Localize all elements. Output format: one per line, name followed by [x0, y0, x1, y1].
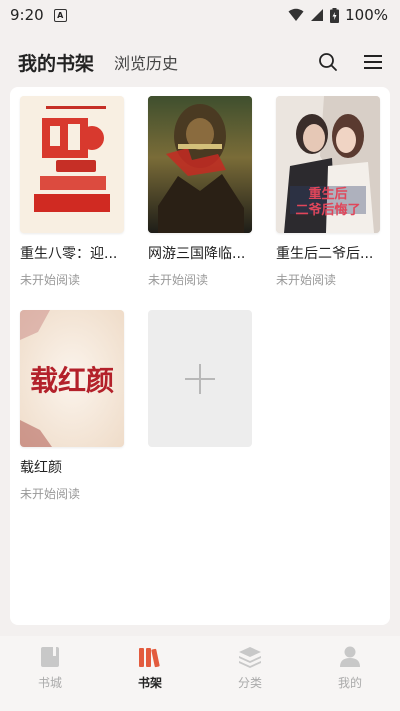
- layers-icon: [239, 647, 261, 668]
- svg-text:重生后: 重生后: [308, 186, 347, 202]
- cover-art: [148, 96, 252, 233]
- book-status: 未开始阅读: [20, 487, 81, 501]
- book-cover[interactable]: [20, 96, 124, 233]
- svg-text:二爷后悔了: 二爷后悔了: [295, 202, 360, 218]
- status-left: 9:20 A: [10, 6, 67, 24]
- book-title: 重生后二爷后...: [276, 246, 374, 262]
- plus-icon: [185, 363, 215, 394]
- wifi-icon: [288, 8, 304, 21]
- nav-item-profile[interactable]: 我的: [320, 646, 380, 691]
- menu-icon[interactable]: [364, 54, 382, 70]
- book-icon: [41, 647, 59, 667]
- book-cover[interactable]: 载红颜: [20, 310, 124, 447]
- status-time: 9:20: [10, 6, 44, 24]
- tab-my-shelf[interactable]: 我的书架: [18, 49, 94, 76]
- status-right: 100%: [288, 6, 388, 24]
- battery-icon: [330, 7, 340, 23]
- book-cover[interactable]: 重生后 二爷后悔了: [276, 96, 380, 233]
- svg-text:载红颜: 载红颜: [30, 364, 114, 397]
- book-item[interactable]: 网游三国降临... 未开始阅读: [148, 96, 252, 288]
- cover-art: 重生后 二爷后悔了: [276, 96, 380, 233]
- notification-icon: A: [53, 8, 67, 22]
- nav-label: 书架: [137, 676, 162, 690]
- search-icon[interactable]: [318, 52, 338, 72]
- add-book-button[interactable]: [148, 310, 252, 447]
- cover-art: 载红颜: [20, 310, 124, 447]
- book-status: 未开始阅读: [148, 273, 209, 287]
- signal-icon: [311, 9, 324, 21]
- tab-browse-history[interactable]: 浏览历史: [114, 50, 178, 74]
- nav-item-bookshelf[interactable]: 书架: [120, 646, 180, 691]
- battery-text: 100%: [345, 6, 388, 24]
- header-icons: [318, 52, 382, 72]
- header: 我的书架 浏览历史: [0, 40, 400, 84]
- nav-label: 我的: [337, 676, 362, 690]
- bookshelf-icon: [139, 648, 160, 668]
- book-status: 未开始阅读: [20, 273, 81, 287]
- nav-item-bookstore[interactable]: 书城: [20, 646, 80, 691]
- book-item[interactable]: 载红颜 载红颜 未开始阅读: [20, 310, 124, 502]
- book-title: 网游三国降临...: [148, 246, 246, 262]
- book-cover[interactable]: [148, 96, 252, 233]
- nav-label: 分类: [237, 676, 262, 690]
- bottom-navigation: 书城 书架 分类 我的: [0, 636, 400, 711]
- nav-item-category[interactable]: 分类: [220, 646, 280, 691]
- book-item[interactable]: 重生八零：迎... 未开始阅读: [20, 96, 124, 288]
- person-icon: [340, 646, 360, 667]
- nav-label: 书城: [37, 676, 62, 690]
- book-item[interactable]: 重生后 二爷后悔了 重生后二爷后... 未开始阅读: [276, 96, 380, 288]
- bookshelf-panel: 重生八零：迎... 未开始阅读 网游三国降临... 未开始阅读 重生后 二爷后悔…: [10, 87, 390, 625]
- cover-art: [20, 96, 124, 233]
- book-title: 重生八零：迎...: [20, 246, 118, 262]
- status-bar: 9:20 A 100%: [0, 0, 400, 30]
- book-title: 载红颜: [20, 460, 62, 476]
- book-status: 未开始阅读: [276, 273, 337, 287]
